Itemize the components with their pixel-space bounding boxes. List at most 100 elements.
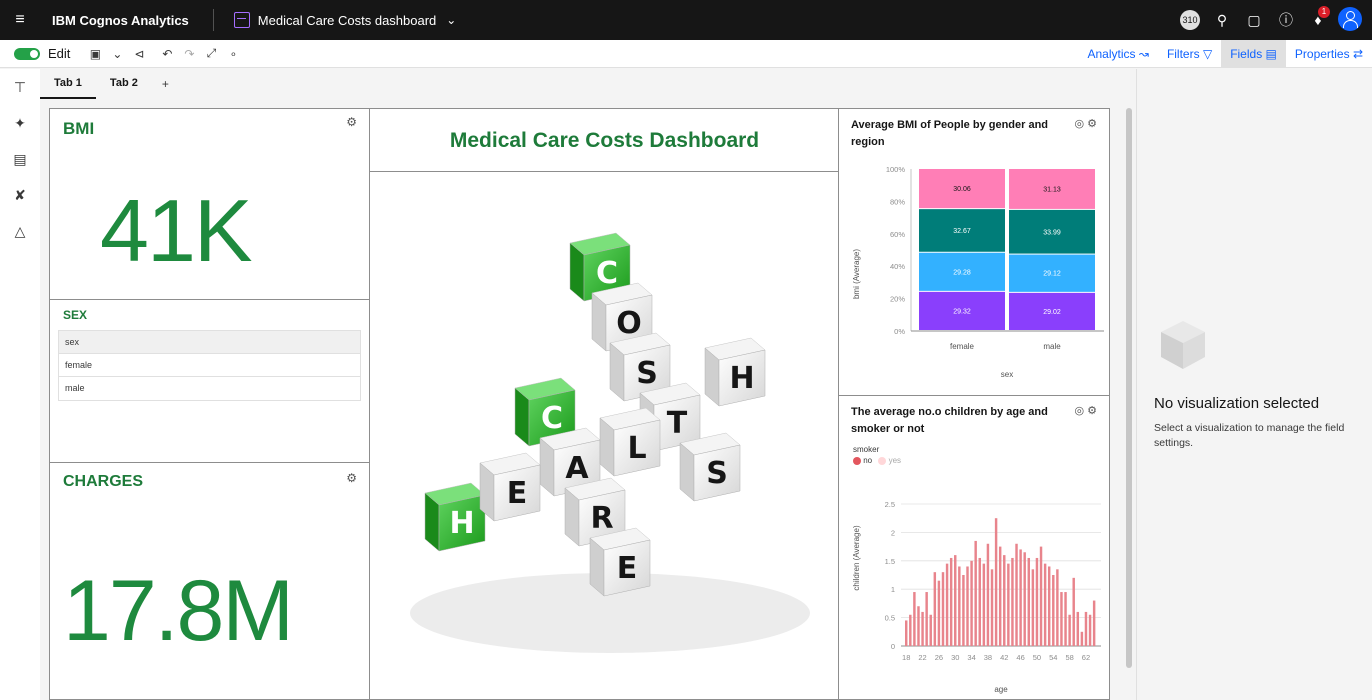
bar[interactable] bbox=[1031, 569, 1035, 646]
chevron-down-icon[interactable]: ⌄ bbox=[446, 13, 456, 27]
bar[interactable] bbox=[986, 543, 990, 646]
gear-icon[interactable]: ⚙ bbox=[346, 471, 357, 485]
bar[interactable] bbox=[958, 566, 961, 646]
bar[interactable] bbox=[1060, 592, 1063, 646]
legend-label-yes[interactable]: yes bbox=[889, 456, 901, 465]
bar[interactable] bbox=[954, 555, 957, 646]
bar[interactable] bbox=[994, 518, 998, 646]
bar[interactable] bbox=[913, 592, 916, 646]
filters-button[interactable]: Filters ▽ bbox=[1158, 40, 1221, 68]
bar[interactable] bbox=[978, 557, 981, 646]
table-row[interactable]: female bbox=[59, 354, 360, 377]
add-tab-button[interactable]: + bbox=[152, 77, 179, 91]
bar[interactable] bbox=[1064, 592, 1067, 646]
bar[interactable] bbox=[982, 563, 986, 646]
bar[interactable] bbox=[1047, 566, 1051, 646]
search-icon[interactable]: ⚲ bbox=[1206, 12, 1238, 29]
bar[interactable] bbox=[1015, 543, 1018, 646]
bmi-chart-widget[interactable]: Average BMI of People by gender and regio… bbox=[838, 108, 1110, 396]
sex-widget[interactable]: SEX sex female male bbox=[49, 299, 370, 463]
bar[interactable] bbox=[925, 592, 928, 646]
relationship-icon[interactable]: ∘ bbox=[222, 47, 244, 61]
user-count-avatar[interactable]: 310 bbox=[1174, 10, 1206, 30]
bar[interactable] bbox=[962, 575, 965, 646]
pin-icon[interactable]: ✦ bbox=[0, 105, 40, 141]
bar[interactable] bbox=[933, 572, 937, 646]
bar[interactable] bbox=[1039, 546, 1043, 646]
data-label: 29.02 bbox=[1043, 309, 1061, 316]
bar[interactable] bbox=[1084, 611, 1088, 646]
bar[interactable] bbox=[1088, 614, 1092, 646]
save-icon[interactable]: ▣ bbox=[84, 47, 106, 61]
bmi-widget[interactable]: BMI ⚙ 41K bbox=[49, 108, 370, 300]
charges-value: 17.8M bbox=[63, 563, 294, 659]
chevron-down-icon[interactable]: ⌄ bbox=[106, 47, 128, 61]
app-brand[interactable]: IBM Cognos Analytics bbox=[52, 13, 189, 28]
health-care-image-widget[interactable]: Medical Care Costs Dashboard COSTHSCALRE… bbox=[369, 108, 839, 700]
edit-toggle[interactable] bbox=[14, 47, 40, 60]
bar[interactable] bbox=[941, 572, 945, 646]
user-avatar[interactable] bbox=[1334, 6, 1366, 34]
help-icon[interactable]: ⓘ bbox=[1270, 10, 1302, 30]
bar[interactable] bbox=[1068, 614, 1071, 646]
menu-icon[interactable]: ≡ bbox=[0, 11, 40, 29]
widgets-icon[interactable]: △ bbox=[0, 213, 40, 249]
data-label: 33.99 bbox=[1043, 229, 1061, 236]
gear-icon[interactable]: ⚙ bbox=[346, 115, 357, 129]
tab-1[interactable]: Tab 1 bbox=[40, 69, 96, 99]
bar[interactable] bbox=[966, 566, 969, 646]
properties-button[interactable]: Properties ⇄ bbox=[1286, 40, 1372, 68]
canvas-scrollbar[interactable] bbox=[1124, 100, 1134, 700]
bar[interactable] bbox=[1007, 563, 1010, 646]
legend-label-no[interactable]: no bbox=[863, 456, 872, 465]
bar[interactable] bbox=[1027, 557, 1031, 646]
scrollbar-thumb[interactable] bbox=[1126, 108, 1132, 668]
notification-icon[interactable]: ♦ 1 bbox=[1302, 6, 1334, 28]
bar[interactable] bbox=[1035, 557, 1039, 646]
share-icon[interactable]: ⊲ bbox=[128, 47, 150, 61]
bar[interactable] bbox=[990, 569, 994, 646]
bar[interactable] bbox=[974, 540, 977, 646]
table-row[interactable]: male bbox=[59, 377, 360, 400]
bar[interactable] bbox=[1043, 563, 1047, 646]
bar[interactable] bbox=[1072, 577, 1075, 646]
bar[interactable] bbox=[905, 620, 908, 646]
gear-icon[interactable]: ⚙ bbox=[1087, 405, 1097, 417]
bar[interactable] bbox=[937, 580, 941, 646]
bar[interactable] bbox=[1003, 555, 1006, 646]
bar[interactable] bbox=[998, 546, 1002, 646]
chat-icon[interactable]: ▢ bbox=[1238, 12, 1270, 29]
bar[interactable] bbox=[917, 606, 920, 646]
bar[interactable] bbox=[1052, 575, 1055, 646]
undo-icon[interactable]: ↶ bbox=[156, 47, 178, 61]
analytics-button[interactable]: Analytics ↝ bbox=[1079, 40, 1158, 68]
data-label: 30.06 bbox=[953, 186, 971, 193]
redo-icon[interactable]: ↷ bbox=[178, 47, 200, 61]
tab-2[interactable]: Tab 2 bbox=[96, 69, 152, 99]
bar[interactable] bbox=[1011, 557, 1014, 646]
bar[interactable] bbox=[1023, 552, 1026, 646]
data-sources-icon[interactable]: ⊤ bbox=[0, 69, 40, 105]
lightbulb-icon[interactable]: ◎ bbox=[1074, 405, 1084, 417]
bar[interactable] bbox=[970, 560, 973, 646]
bar[interactable] bbox=[909, 614, 912, 646]
fields-button[interactable]: Fields ▤ bbox=[1221, 40, 1286, 68]
assistant-icon[interactable]: ✘ bbox=[0, 177, 40, 213]
charges-widget[interactable]: CHARGES ⚙ 17.8M bbox=[49, 462, 370, 700]
dashboard-title[interactable]: Medical Care Costs dashboard bbox=[258, 13, 436, 28]
children-chart-widget[interactable]: The average no.o children by age and smok… bbox=[838, 395, 1110, 700]
bar[interactable] bbox=[921, 611, 924, 646]
bar[interactable] bbox=[945, 563, 949, 646]
bar[interactable] bbox=[1092, 600, 1096, 646]
fullscreen-icon[interactable]: ⤢ bbox=[200, 46, 222, 61]
gear-icon[interactable]: ⚙ bbox=[1087, 118, 1097, 130]
bar[interactable] bbox=[1056, 569, 1059, 646]
bar[interactable] bbox=[1080, 631, 1084, 646]
lightbulb-icon[interactable]: ◎ bbox=[1074, 118, 1084, 130]
bar[interactable] bbox=[1019, 549, 1022, 646]
bar[interactable] bbox=[929, 614, 932, 646]
visualizations-icon[interactable]: ▤ bbox=[0, 141, 40, 177]
bar[interactable] bbox=[949, 557, 953, 646]
legend-title: smoker bbox=[853, 445, 880, 454]
bar[interactable] bbox=[1076, 611, 1080, 646]
